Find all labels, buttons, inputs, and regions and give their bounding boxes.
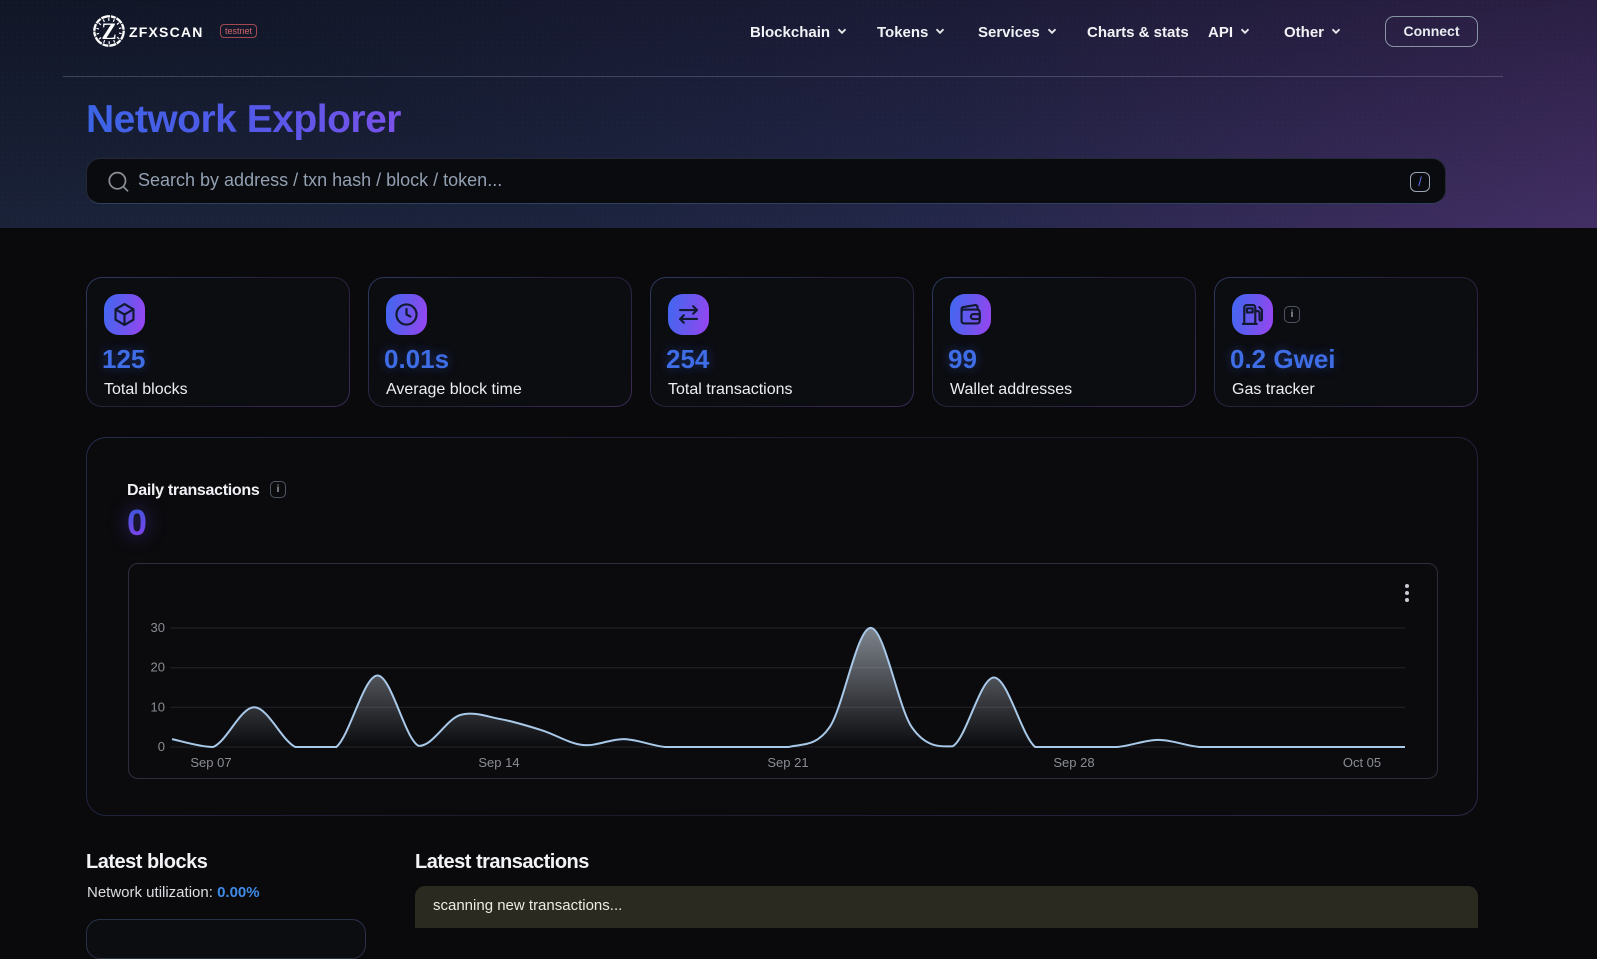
svg-text:0: 0 <box>158 739 165 754</box>
svg-text:Z: Z <box>101 19 116 44</box>
svg-text:10: 10 <box>151 699 165 714</box>
svg-text:30: 30 <box>151 620 165 635</box>
svg-text:Sep 21: Sep 21 <box>767 755 808 770</box>
svg-text:Sep 14: Sep 14 <box>478 755 519 770</box>
svg-text:20: 20 <box>151 660 165 675</box>
svg-text:Oct 05: Oct 05 <box>1343 755 1381 770</box>
svg-text:Sep 07: Sep 07 <box>190 755 231 770</box>
svg-text:Sep 28: Sep 28 <box>1053 755 1094 770</box>
